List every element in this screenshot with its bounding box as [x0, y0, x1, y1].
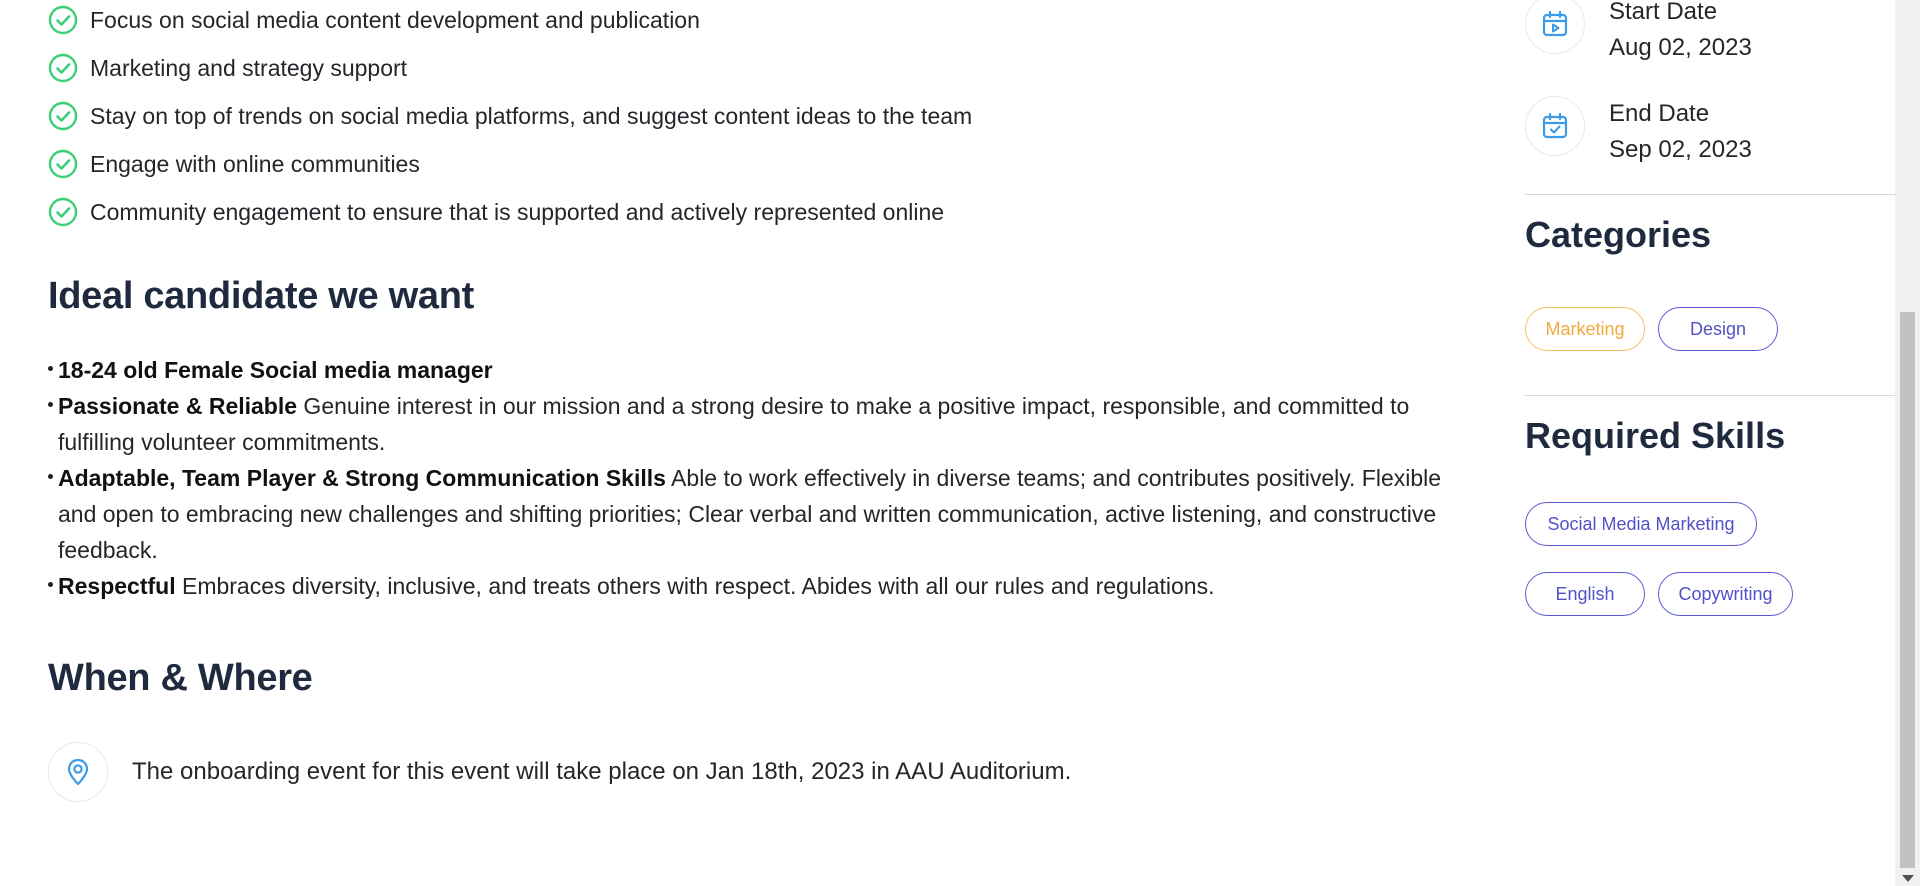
list-item: Adaptable, Team Player & Strong Communic… — [48, 460, 1448, 568]
start-date-label: Start Date — [1609, 0, 1718, 25]
calendar-check-icon — [1525, 96, 1585, 156]
skill-pill-copywriting[interactable]: Copywriting — [1658, 572, 1793, 616]
category-pill-design[interactable]: Design — [1658, 307, 1778, 351]
list-item: Focus on social media content developmen… — [48, 3, 700, 37]
list-item: Stay on top of trends on social media pl… — [48, 99, 972, 133]
ideal-item-text: Embraces diversity, inclusive, and treat… — [175, 573, 1215, 599]
categories-heading: Categories — [1525, 214, 1712, 255]
location-row: The onboarding event for this event will… — [48, 742, 1071, 802]
ideal-item-bold: Adaptable, Team Player & Strong Communic… — [58, 465, 666, 491]
end-date-block: End Date Sep 02, 2023 — [1609, 96, 1752, 168]
divider — [1525, 194, 1895, 195]
scroll-down-arrow-icon[interactable] — [1902, 875, 1914, 882]
ideal-candidate-list: 18-24 old Female Social media manager Pa… — [48, 352, 1448, 604]
list-item: 18-24 old Female Social media manager — [48, 352, 1448, 388]
skill-pill-english[interactable]: English — [1525, 572, 1645, 616]
check-circle-icon — [48, 197, 78, 227]
list-item: Respectful Embraces diversity, inclusive… — [48, 568, 1448, 604]
check-circle-icon — [48, 53, 78, 83]
map-pin-icon — [48, 742, 108, 802]
responsibility-text: Stay on top of trends on social media pl… — [90, 102, 973, 129]
location-text: The onboarding event for this event will… — [132, 758, 1072, 785]
ideal-item-bold: 18-24 old Female Social media manager — [58, 357, 493, 383]
vertical-scrollbar[interactable] — [1895, 0, 1920, 886]
skill-pill-social-media-marketing[interactable]: Social Media Marketing — [1525, 502, 1757, 546]
ideal-item-bold: Respectful — [58, 573, 176, 599]
check-circle-icon — [48, 5, 78, 35]
ideal-item-bold: Passionate & Reliable — [58, 393, 298, 419]
list-item: Engage with online communities — [48, 147, 420, 181]
responsibility-text: Focus on social media content developmen… — [90, 6, 700, 33]
list-item: Marketing and strategy support — [48, 51, 407, 85]
responsibility-text: Engage with online communities — [90, 150, 420, 177]
start-date-row: Start Date Aug 02, 2023 — [1525, 0, 1752, 66]
bullet-icon — [48, 402, 53, 407]
end-date-label: End Date — [1609, 100, 1710, 127]
start-date-value: Aug 02, 2023 — [1609, 34, 1752, 61]
ideal-candidate-heading: Ideal candidate we want — [48, 275, 474, 317]
responsibility-text: Marketing and strategy support — [90, 54, 408, 81]
divider — [1525, 395, 1895, 396]
when-where-heading: When & Where — [48, 657, 313, 699]
bullet-icon — [48, 474, 53, 479]
category-pill-marketing[interactable]: Marketing — [1525, 307, 1645, 351]
list-item: Passionate & Reliable Genuine interest i… — [48, 388, 1448, 460]
bullet-icon — [48, 366, 53, 371]
start-date-block: Start Date Aug 02, 2023 — [1609, 0, 1752, 66]
bullet-icon — [48, 582, 53, 587]
required-skills-heading: Required Skills — [1525, 415, 1786, 456]
check-circle-icon — [48, 149, 78, 179]
end-date-value: Sep 02, 2023 — [1609, 136, 1752, 163]
scrollbar-thumb[interactable] — [1900, 312, 1915, 868]
list-item: Community engagement to ensure that is s… — [48, 195, 944, 229]
calendar-play-icon — [1525, 0, 1585, 54]
end-date-row: End Date Sep 02, 2023 — [1525, 96, 1752, 168]
check-circle-icon — [48, 101, 78, 131]
responsibility-text: Community engagement to ensure that is s… — [90, 198, 945, 225]
